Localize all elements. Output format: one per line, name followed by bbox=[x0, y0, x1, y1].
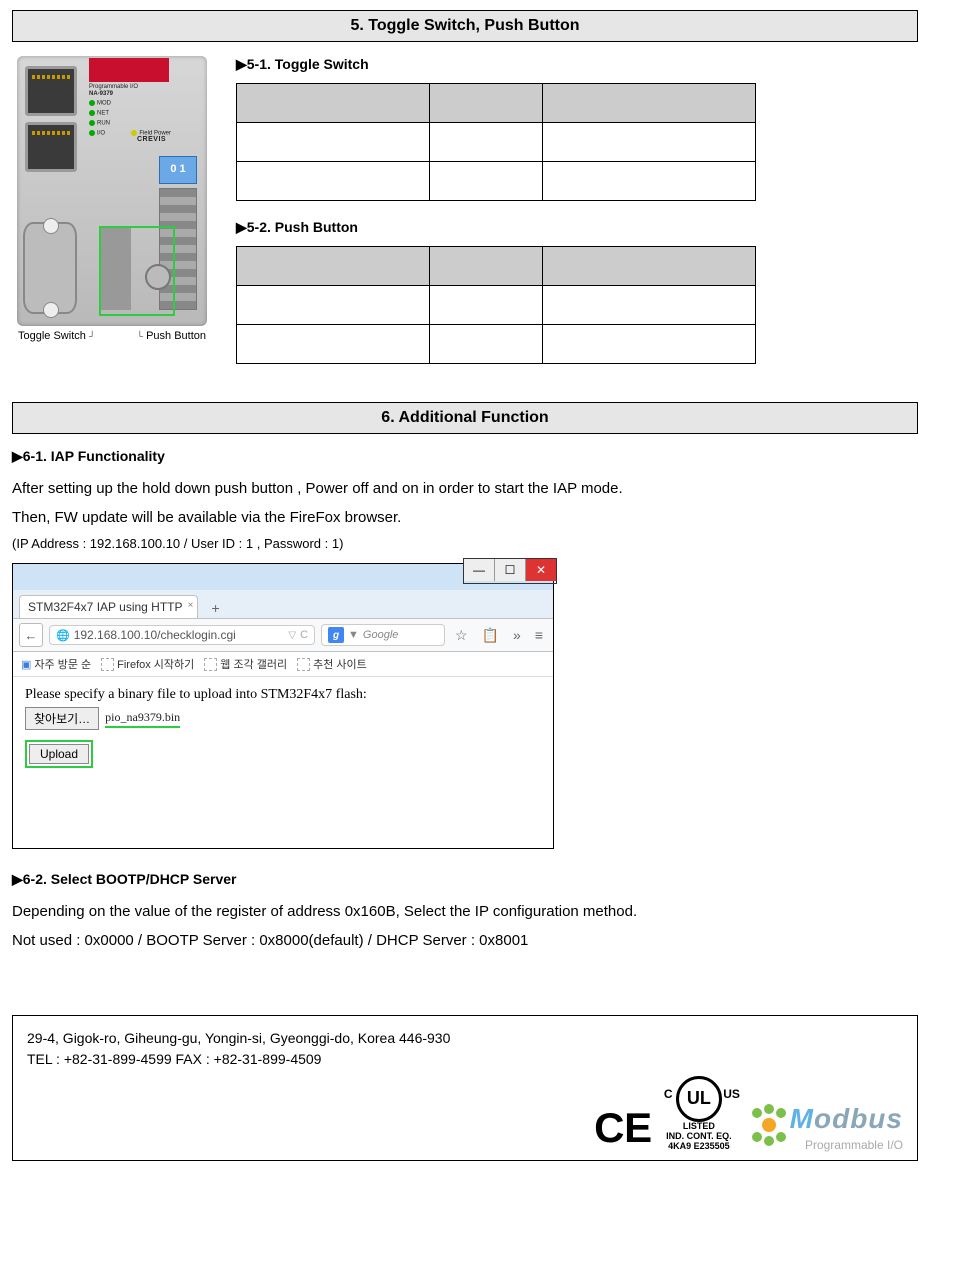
hamburger-menu-icon[interactable]: ≡ bbox=[531, 627, 547, 643]
window-controls: — ☐ ✕ bbox=[463, 558, 557, 584]
tab-title: STM32F4x7 IAP using HTTP bbox=[28, 600, 183, 614]
clipboard-icon[interactable]: 📋 bbox=[478, 627, 503, 644]
table-5-2 bbox=[236, 246, 756, 364]
device-info: Programmable I/O NA-9379 MOD NET RUN I/O… bbox=[89, 84, 171, 137]
bookmark-item[interactable]: ▣자주 방문 순 bbox=[21, 656, 91, 672]
ul-mark-icon: C UL US LISTED IND. CONT. EQ. 4KA9 E2355… bbox=[666, 1076, 732, 1152]
modbus-icon bbox=[752, 1108, 786, 1142]
push-button-graphic bbox=[145, 264, 171, 290]
footer-telfax: TEL : +82-31-899-4599 FAX : +82-31-899-4… bbox=[27, 1049, 903, 1070]
modbus-text: odbus bbox=[814, 1103, 903, 1134]
bookmarks-bar: ▣자주 방문 순 Firefox 시작하기 웹 조각 갤러리 추천 사이트 bbox=[13, 652, 553, 677]
search-placeholder: Google bbox=[363, 629, 398, 641]
selected-filename: pio_na9379.bin bbox=[105, 710, 180, 728]
back-button[interactable]: ← bbox=[19, 623, 43, 647]
iap-text-2: Then, FW update will be available via th… bbox=[12, 504, 918, 533]
url-dropdown-icon[interactable]: ▽ bbox=[288, 630, 296, 641]
iap-note: (IP Address : 192.168.100.10 / User ID :… bbox=[12, 536, 918, 551]
modbus-logo: Modbus Programmable I/O bbox=[752, 1103, 903, 1151]
table-row bbox=[237, 162, 756, 201]
toggle-push-highlight bbox=[99, 226, 175, 316]
subhead-5-2: ▶5-2. Push Button bbox=[236, 219, 918, 236]
new-tab-button[interactable]: + bbox=[206, 598, 226, 618]
search-field[interactable]: g ▼ Google bbox=[321, 624, 445, 646]
device-brand: CREVIS bbox=[137, 136, 166, 143]
bookmark-item[interactable]: 추천 사이트 bbox=[297, 656, 367, 672]
table-row bbox=[237, 123, 756, 162]
tab-close-icon[interactable]: × bbox=[188, 600, 194, 611]
table-row bbox=[237, 286, 756, 325]
window-maximize-icon[interactable]: ☐ bbox=[494, 559, 525, 581]
footer: 29-4, Gigok-ro, Giheung-gu, Yongin-si, G… bbox=[12, 1015, 918, 1161]
table-5-1 bbox=[236, 83, 756, 201]
section-5-title: 5. Toggle Switch, Push Button bbox=[12, 10, 918, 42]
subhead-6-1: ▶6-1. IAP Functionality bbox=[12, 448, 918, 465]
device-red-label bbox=[89, 58, 169, 82]
refresh-icon[interactable]: C bbox=[300, 629, 308, 641]
globe-icon: 🌐 bbox=[56, 629, 70, 642]
footer-address: 29-4, Gigok-ro, Giheung-gu, Yongin-si, G… bbox=[27, 1028, 903, 1049]
browse-button[interactable]: 찾아보기… bbox=[25, 707, 99, 730]
dip-switch-01: 0 1 bbox=[159, 156, 197, 184]
subhead-5-1: ▶5-1. Toggle Switch bbox=[236, 56, 918, 73]
window-close-icon[interactable]: ✕ bbox=[525, 559, 556, 581]
browser-screenshot: — ☐ ✕ STM32F4x7 IAP using HTTP × + ← 🌐 1… bbox=[12, 563, 554, 849]
iap-text-1: After setting up the hold down push butt… bbox=[12, 475, 918, 504]
section-6-title: 6. Additional Function bbox=[12, 402, 918, 434]
rj45-port-2 bbox=[25, 122, 77, 172]
bookmark-star-icon[interactable]: ☆ bbox=[451, 627, 472, 644]
upload-button[interactable]: Upload bbox=[29, 744, 89, 764]
rj45-port-1 bbox=[25, 66, 77, 116]
upload-highlight: Upload bbox=[25, 740, 93, 768]
ce-mark-icon: C E bbox=[594, 1104, 646, 1152]
url-field[interactable]: 🌐 192.168.100.10/checklogin.cgi ▽ C bbox=[49, 625, 315, 645]
table-row bbox=[237, 325, 756, 364]
fig-label-push: └ Push Button bbox=[137, 330, 206, 342]
dsub-port bbox=[23, 222, 77, 314]
upload-prompt: Please specify a binary file to upload i… bbox=[25, 687, 541, 703]
bookmark-item[interactable]: Firefox 시작하기 bbox=[101, 656, 194, 672]
google-icon: g bbox=[328, 627, 344, 643]
toggle-switch-graphic bbox=[101, 228, 131, 310]
more-icon[interactable]: » bbox=[509, 627, 525, 643]
device-figure: Programmable I/O NA-9379 MOD NET RUN I/O… bbox=[12, 56, 212, 342]
fig-label-toggle: Toggle Switch ┘ bbox=[18, 330, 95, 342]
bootp-text-1: Depending on the value of the register o… bbox=[12, 898, 918, 927]
search-dropdown-icon[interactable]: ▼ bbox=[348, 629, 359, 641]
bootp-text-2: Not used : 0x0000 / BOOTP Server : 0x800… bbox=[12, 927, 918, 956]
url-text: 192.168.100.10/checklogin.cgi bbox=[74, 628, 236, 642]
bookmark-item[interactable]: 웹 조각 갤러리 bbox=[204, 656, 287, 672]
subhead-6-2: ▶6-2. Select BOOTP/DHCP Server bbox=[12, 871, 918, 888]
window-minimize-icon[interactable]: — bbox=[464, 559, 494, 581]
browser-tab[interactable]: STM32F4x7 IAP using HTTP × bbox=[19, 595, 198, 618]
